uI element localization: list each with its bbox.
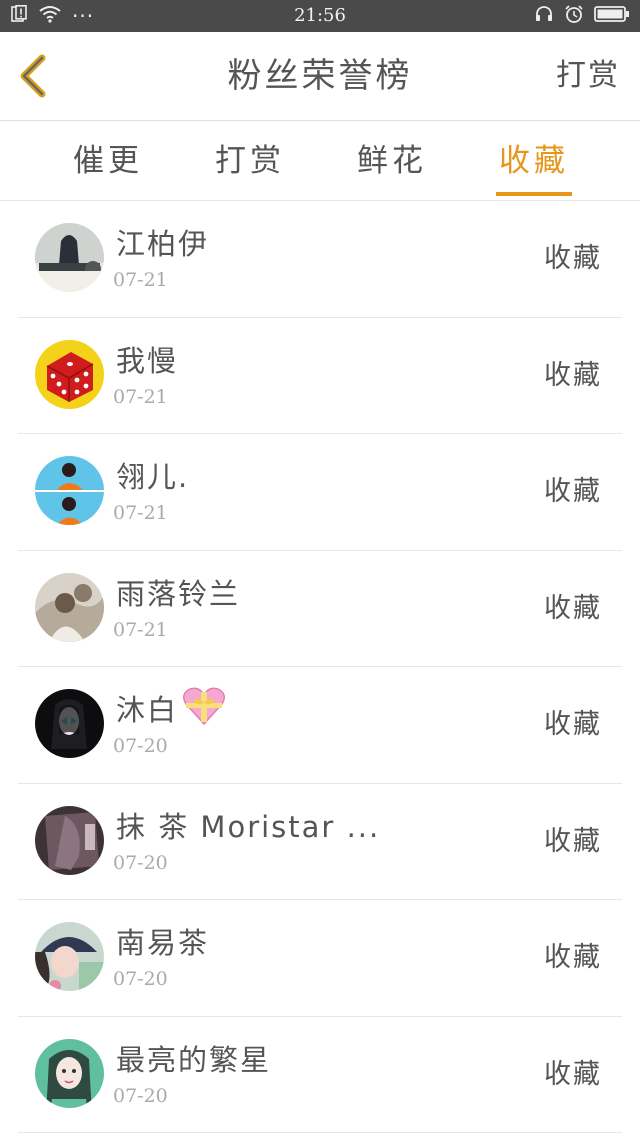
fan-date: 07-20 [113,735,168,757]
reward-button[interactable]: 打赏 [556,32,620,120]
list-item[interactable]: 最亮的繁星 07-20 收藏 [18,1017,622,1133]
tab-label: 打赏 [215,143,285,179]
avatar [35,339,104,409]
avatar [35,572,104,642]
fan-action: 收藏 [544,1058,602,1090]
fan-name-text: 沐白 [116,693,179,727]
fan-date: 07-21 [113,269,168,291]
fan-action: 收藏 [544,243,602,274]
fan-name: 翎儿. [116,460,190,494]
tab-label: 催更 [73,143,143,179]
avatar [35,223,104,292]
fan-name: 南易茶 [116,926,210,960]
heart-gift-icon [182,686,226,733]
fan-date: 07-21 [113,618,168,641]
list-item[interactable]: 翎儿. 07-21 收藏 [18,434,622,551]
list-item[interactable]: 江柏伊 07-21 收藏 [18,201,622,318]
list-item[interactable]: 抹 茶 Moristar ... 07-20 收藏 [18,784,622,900]
fan-name: 江柏伊 [116,227,210,261]
fan-name: 沐白 [116,687,226,733]
page-title: 粉丝荣誉榜 [227,56,413,96]
status-bar: ··· 21:56 [0,0,640,32]
list-item[interactable]: 南易茶 07-20 收藏 [18,900,622,1017]
fan-list: 江柏伊 07-21 收藏 我慢 07-21 收藏 翎儿. 07-21 收藏 雨落… [0,201,640,1133]
tab-reward[interactable]: 打赏 [214,121,286,200]
fan-name: 我慢 [116,343,179,378]
fan-action: 收藏 [544,709,602,740]
list-item[interactable]: 我慢 07-21 收藏 [18,318,622,434]
fan-name: 雨落铃兰 [116,576,241,611]
fan-action: 收藏 [544,359,602,391]
avatar [35,1038,104,1108]
list-item[interactable]: 沐白 07-20 收藏 [18,667,622,784]
tab-label: 鲜花 [357,143,427,179]
tab-label: 收藏 [499,143,569,179]
fan-action: 收藏 [544,825,602,857]
tab-favorites[interactable]: 收藏 [496,121,572,200]
active-tab-indicator [496,192,572,196]
fan-action: 收藏 [544,476,602,507]
fan-date: 07-20 [113,851,168,874]
fan-name: 抹 茶 Moristar ... [116,809,381,844]
fan-date: 07-21 [113,502,168,524]
tab-flowers[interactable]: 鲜花 [356,121,428,200]
list-item[interactable]: 雨落铃兰 07-21 收藏 [18,551,622,667]
avatar [35,805,104,875]
status-time: 21:56 [294,5,346,26]
fan-date: 07-20 [113,1084,168,1107]
fan-date: 07-21 [113,385,168,408]
fan-action: 收藏 [544,942,602,973]
fan-name: 最亮的繁星 [116,1042,272,1077]
avatar [35,689,104,758]
avatar [35,922,104,991]
tab-urge[interactable]: 催更 [72,121,144,200]
fan-date: 07-20 [113,968,168,990]
avatar [35,456,104,525]
header-bar: 粉丝荣誉榜 打赏 [0,32,640,121]
fan-action: 收藏 [544,592,602,624]
tab-bar: 催更 打赏 鲜花 收藏 [0,121,640,201]
